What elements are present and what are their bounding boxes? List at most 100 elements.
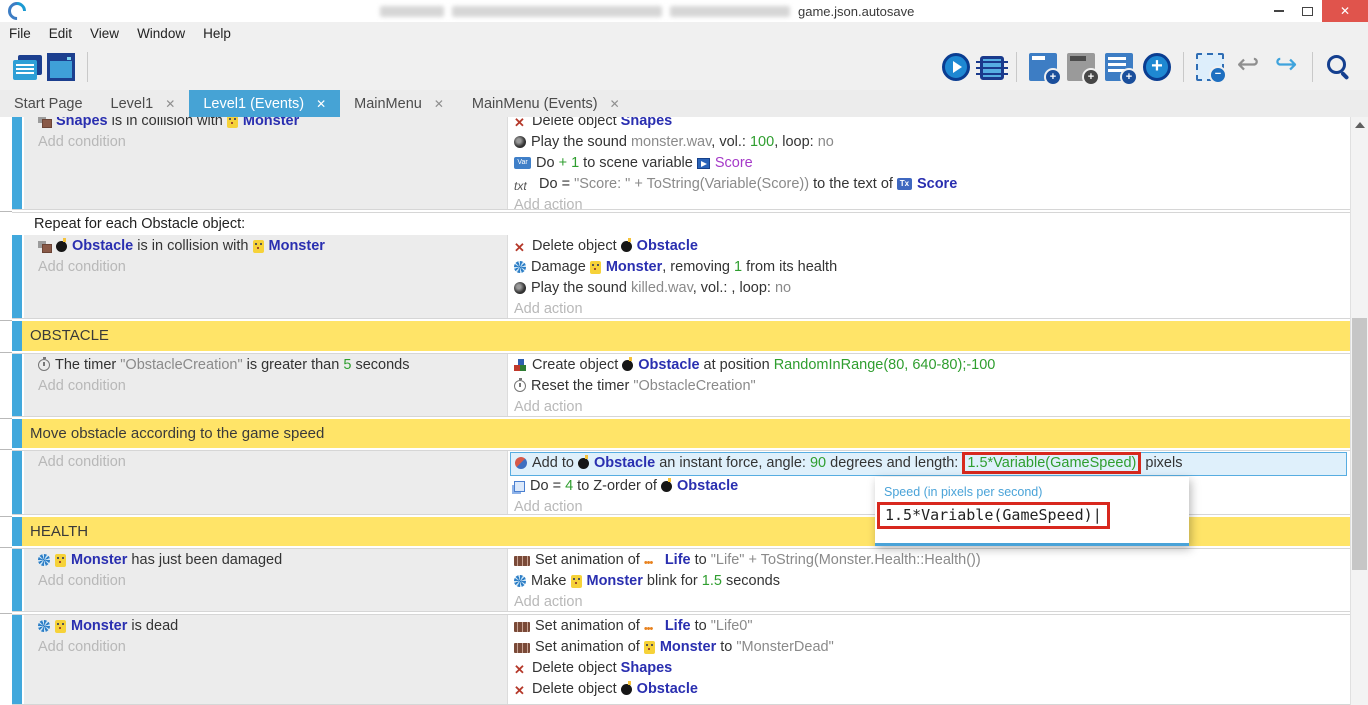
- text-segment: , vol.:: [711, 134, 750, 150]
- remove-selection-icon[interactable]: [1196, 53, 1224, 81]
- debug-icon[interactable]: [980, 56, 1004, 80]
- tab-mainmenu-events[interactable]: MainMenu (Events): [458, 90, 634, 117]
- timer-icon: [514, 380, 526, 392]
- gutter-tick: [0, 516, 12, 517]
- action-row[interactable]: Create object Obstacle at position Rando…: [510, 355, 1351, 376]
- tab-label: MainMenu (Events): [472, 96, 598, 112]
- condition-row[interactable]: Monster is dead: [34, 616, 507, 637]
- gear-icon: [38, 620, 50, 632]
- sound-icon: [514, 136, 526, 148]
- redo-icon[interactable]: [1272, 53, 1300, 81]
- add-action[interactable]: Add action: [510, 397, 1351, 417]
- gutter-tick: [0, 547, 12, 548]
- text-segment: Life: [665, 618, 691, 634]
- action-row[interactable]: Set animation of Life to "Life0": [510, 616, 1351, 637]
- toolbar-separator: [1183, 52, 1184, 82]
- gutter-tick: [0, 418, 12, 419]
- text-segment: is in collision with: [133, 238, 252, 254]
- close-tab-icon[interactable]: [165, 97, 175, 111]
- action-row[interactable]: Make Monster blink for 1.5 seconds: [510, 571, 1351, 592]
- add-comment-icon[interactable]: [1105, 53, 1133, 81]
- tab-level1[interactable]: Level1: [97, 90, 190, 117]
- annotation-box: 1.5*Variable(GameSpeed)|: [877, 502, 1110, 529]
- text-segment: to: [691, 552, 711, 568]
- text-segment: Delete object: [532, 238, 621, 254]
- comment-text: Move obstacle according to the game spee…: [12, 419, 1351, 448]
- action-row[interactable]: Do + 1 to scene variable Score: [510, 153, 1351, 174]
- close-tab-icon[interactable]: [316, 97, 326, 111]
- add-subevent-icon[interactable]: [1067, 53, 1095, 81]
- tab-label: MainMenu: [354, 96, 422, 112]
- project-manager-icon[interactable]: [13, 60, 37, 80]
- menu-edit[interactable]: Edit: [40, 26, 81, 41]
- action-row[interactable]: Set animation of Monster to "MonsterDead…: [510, 637, 1351, 658]
- scrollbar-up-arrow[interactable]: [1355, 122, 1365, 128]
- add-condition[interactable]: Add condition: [34, 132, 507, 153]
- add-action[interactable]: Add action: [510, 299, 1351, 319]
- conditions-column: Monster is dead Add condition: [24, 615, 507, 704]
- animation-icon: [514, 643, 530, 653]
- window-title: game.json.autosave: [380, 0, 914, 22]
- tab-start-page[interactable]: Start Page: [0, 90, 97, 117]
- tab-bar: Start Page Level1 Level1 (Events) MainMe…: [0, 90, 1368, 117]
- delete-icon: [514, 659, 527, 679]
- action-row[interactable]: Delete object Obstacle: [510, 236, 1351, 257]
- action-row[interactable]: Delete object Shapes: [510, 658, 1351, 679]
- gear-icon: [38, 554, 50, 566]
- comment-obstacle[interactable]: OBSTACLE: [12, 321, 1351, 351]
- bomb-icon: [578, 458, 589, 469]
- preview-window-icon[interactable]: [47, 53, 75, 81]
- monster-icon: [227, 117, 238, 128]
- add-event-icon[interactable]: [1029, 53, 1057, 81]
- add-condition[interactable]: Add condition: [34, 376, 507, 397]
- maximize-button[interactable]: [1293, 0, 1322, 22]
- action-row[interactable]: Do = "Score: " + ToString(Variable(Score…: [510, 174, 1351, 195]
- repeat-event-header[interactable]: Repeat for each Obstacle object:: [12, 213, 1351, 235]
- action-row-selected[interactable]: Add to Obstacle an instant force, angle:…: [510, 452, 1347, 476]
- condition-row[interactable]: Obstacle is in collision with Monster: [34, 236, 507, 257]
- add-condition[interactable]: Add condition: [34, 257, 507, 278]
- play-icon[interactable]: [942, 53, 970, 81]
- text-segment: Score: [715, 155, 753, 171]
- tab-level1-events[interactable]: Level1 (Events): [189, 90, 340, 117]
- action-row[interactable]: Damage Monster, removing 1 from its heal…: [510, 257, 1351, 278]
- undo-icon[interactable]: [1234, 53, 1262, 81]
- text-segment: degrees and length:: [826, 455, 962, 471]
- action-row[interactable]: Reset the timer "ObstacleCreation": [510, 376, 1351, 397]
- action-row[interactable]: Play the sound killed.wav, vol.: , loop:…: [510, 278, 1351, 299]
- add-action[interactable]: Add action: [510, 592, 1351, 612]
- menu-file[interactable]: File: [0, 26, 40, 41]
- add-action[interactable]: Add action: [510, 195, 1351, 210]
- text-segment: Set animation of: [535, 618, 644, 634]
- minimize-button[interactable]: [1264, 0, 1293, 22]
- action-row[interactable]: Delete object Obstacle: [510, 679, 1351, 700]
- scrollbar-thumb[interactable]: [1352, 318, 1367, 570]
- text-segment: =: [562, 176, 575, 192]
- tab-mainmenu[interactable]: MainMenu: [340, 90, 458, 117]
- action-row[interactable]: Set animation of Life to "Life" + ToStri…: [510, 550, 1351, 571]
- action-row[interactable]: Play the sound monster.wav, vol.: 100, l…: [510, 132, 1351, 153]
- condition-row[interactable]: Monster has just been damaged: [34, 550, 507, 571]
- search-icon[interactable]: [1325, 53, 1353, 81]
- text-segment: , loop:: [774, 134, 818, 150]
- add-new-icon[interactable]: [1143, 53, 1171, 81]
- comment-move-obstacle[interactable]: Move obstacle according to the game spee…: [12, 419, 1351, 448]
- condition-row[interactable]: Shapes is in collision with Monster: [34, 117, 507, 132]
- menu-help[interactable]: Help: [194, 26, 240, 41]
- text-segment: Monster: [243, 117, 299, 129]
- add-condition[interactable]: Add condition: [34, 637, 507, 658]
- menu-window[interactable]: Window: [128, 26, 194, 41]
- text-segment: to Z-order of: [573, 478, 661, 494]
- close-tab-icon[interactable]: [434, 97, 444, 111]
- add-condition[interactable]: Add condition: [34, 571, 507, 592]
- action-row[interactable]: Delete object Shapes: [510, 117, 1351, 132]
- text-segment: , vol.: , loop:: [693, 280, 775, 296]
- text-segment: Reset the timer: [531, 378, 633, 394]
- close-tab-icon[interactable]: [610, 97, 620, 111]
- close-button[interactable]: [1322, 0, 1368, 22]
- text-segment: Play the sound: [531, 280, 631, 296]
- condition-row[interactable]: The timer "ObstacleCreation" is greater …: [34, 355, 507, 376]
- expression-input[interactable]: 1.5*Variable(GameSpeed)|: [875, 502, 1189, 529]
- menu-view[interactable]: View: [81, 26, 128, 41]
- add-condition[interactable]: Add condition: [34, 452, 507, 473]
